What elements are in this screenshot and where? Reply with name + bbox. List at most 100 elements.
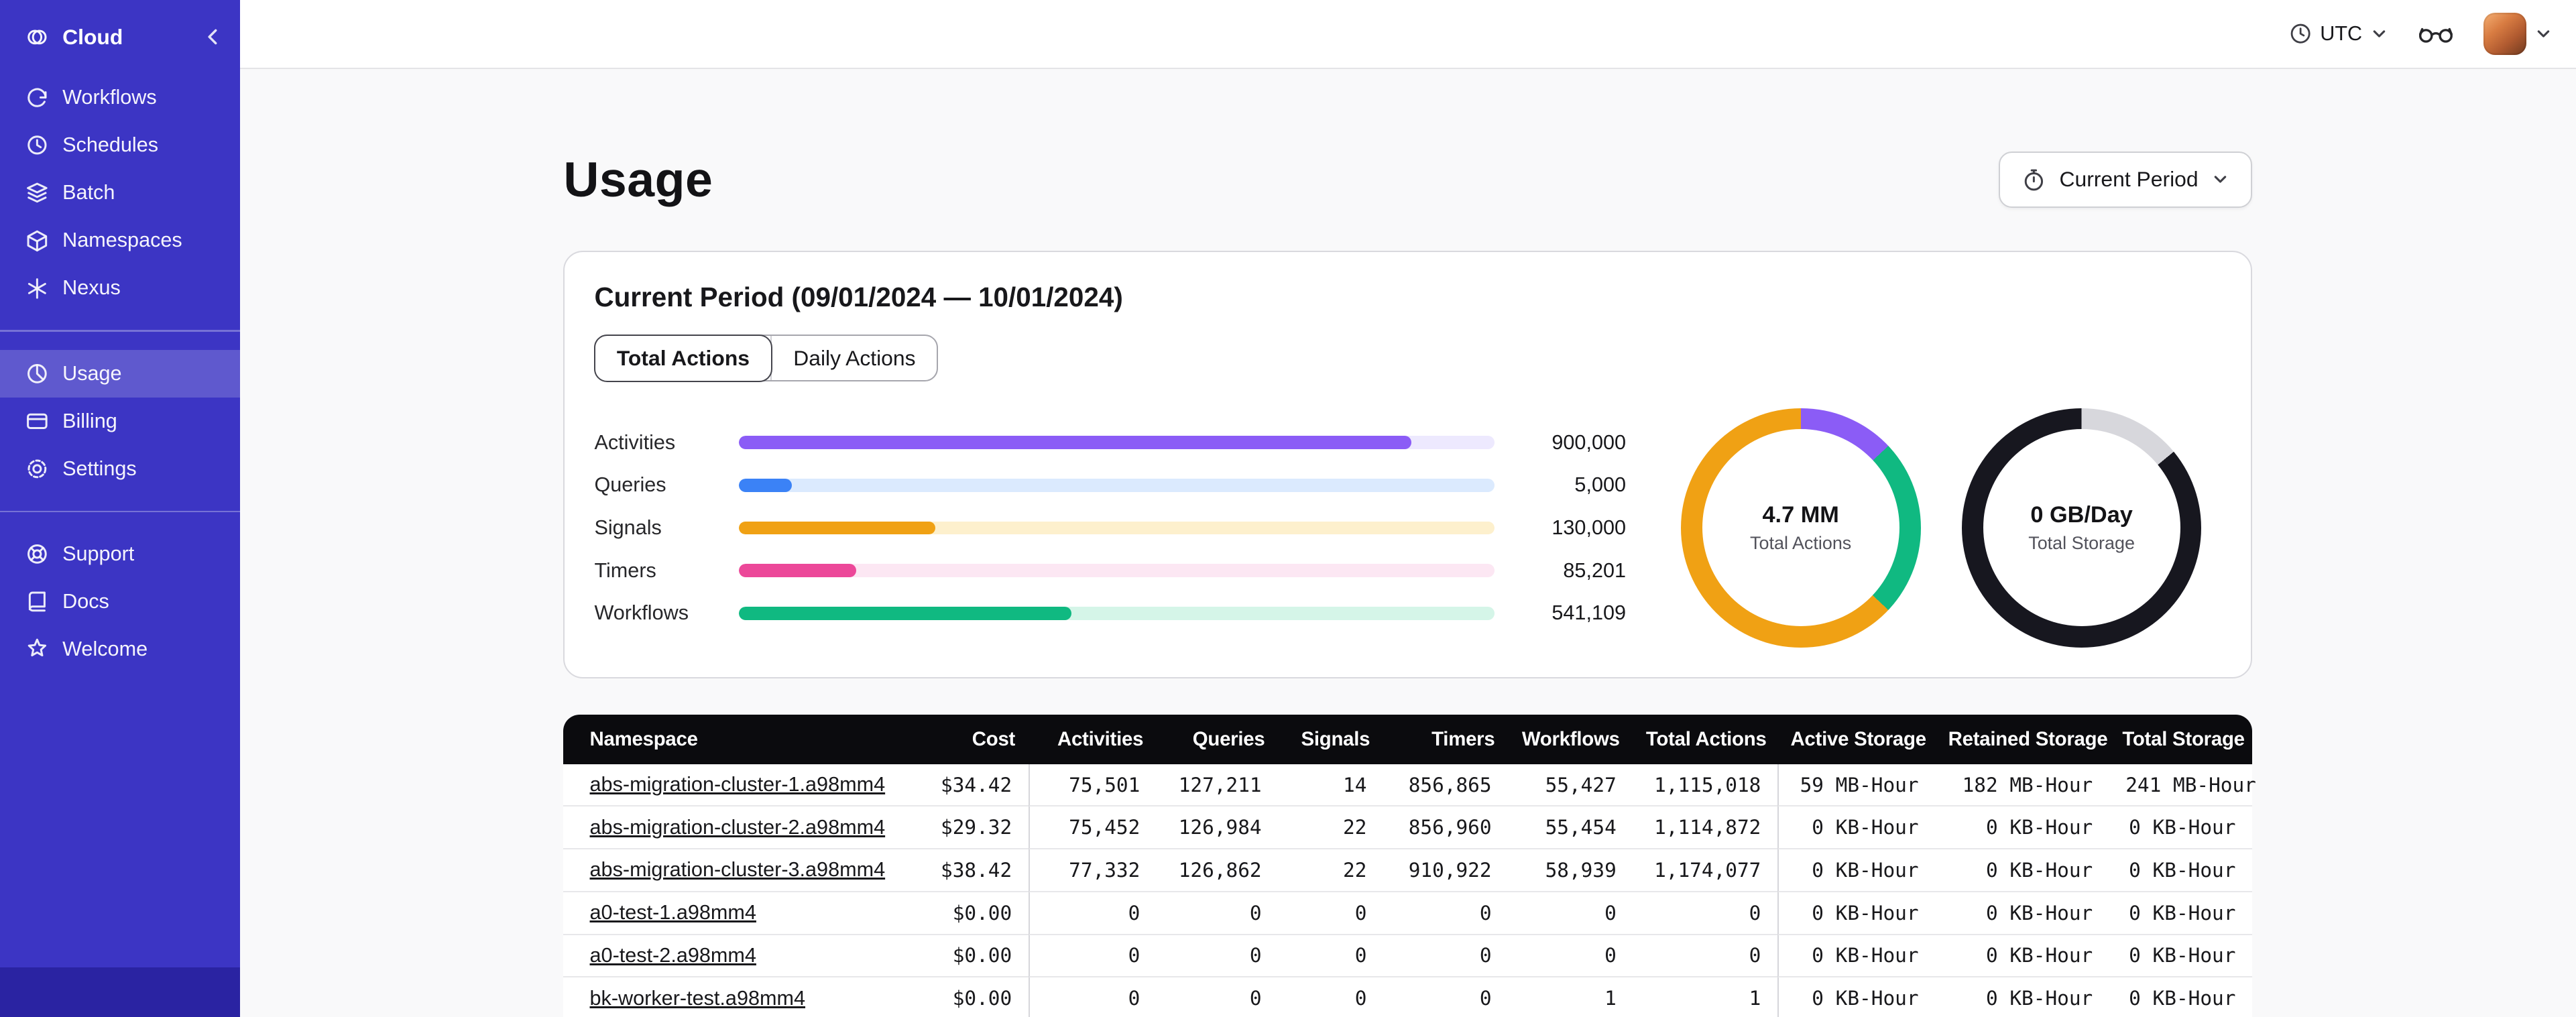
sidebar-item-settings[interactable]: Settings <box>0 445 240 493</box>
page-head: Usage Current Period <box>563 151 2252 208</box>
bar-value-label: 900,000 <box>1552 430 1627 454</box>
namespace-link[interactable]: a0-test-2.a98mm4 <box>590 944 756 967</box>
tab-daily-actions[interactable]: Daily Actions <box>770 336 937 381</box>
sidebar-item-nexus[interactable]: Nexus <box>0 264 240 312</box>
value-cell: 0 KB-Hour <box>1777 935 1936 978</box>
value-cell: 182 MB-Hour <box>1935 764 2109 807</box>
brand-row[interactable]: Cloud <box>0 0 240 74</box>
content: Usage Current Period Current Period (09/… <box>563 69 2256 1017</box>
value-cell: 0 <box>1156 935 1279 978</box>
layers-icon <box>26 183 48 203</box>
charts-row: Activities 900,000 Queries 5,000 Signals 130,… <box>594 408 2221 648</box>
value-cell: 0 <box>1383 935 1509 978</box>
namespace-cell: abs-migration-cluster-3.a98mm4 <box>563 849 917 892</box>
value-cell: 0 <box>1156 892 1279 935</box>
value-cell: 126,984 <box>1156 806 1279 850</box>
value-cell: $34.42 <box>917 764 1029 807</box>
namespace-link[interactable]: abs-migration-cluster-2.a98mm4 <box>590 816 886 839</box>
value-cell: 0 KB-Hour <box>2109 806 2252 850</box>
chevron-down-icon <box>2214 176 2227 184</box>
page-title: Usage <box>563 152 713 208</box>
brand-label: Cloud <box>62 24 123 49</box>
donut-label: Total Actions <box>1750 533 1852 554</box>
value-cell: 241 MB-Hour <box>2109 764 2256 807</box>
sidebar-divider <box>0 330 240 332</box>
value-cell: 59 MB-Hour <box>1777 764 1936 807</box>
sidebar-footer <box>0 967 240 1017</box>
table-row: bk-worker-test.a98mm4 $0.00 0 0 0 0 1 1 0 KB-Hou… <box>563 977 2252 1017</box>
account-menu[interactable] <box>2483 12 2553 56</box>
bar-fill <box>739 436 1412 449</box>
namespace-link[interactable]: abs-migration-cluster-1.a98mm4 <box>590 773 886 796</box>
sidebar-item-billing[interactable]: Billing <box>0 398 240 445</box>
tab-total-actions[interactable]: Total Actions <box>594 334 772 382</box>
workflows-icon <box>27 88 47 108</box>
chevron-left-icon <box>208 29 217 45</box>
namespace-cell: a0-test-1.a98mm4 <box>563 892 917 935</box>
namespace-link[interactable]: bk-worker-test.a98mm4 <box>590 987 806 1010</box>
actions-tab-group: Total Actions Daily Actions <box>594 334 939 382</box>
bar-fill <box>739 521 936 535</box>
sidebar-item-docs[interactable]: Docs <box>0 578 240 625</box>
usage-table-head-row: Namespace Cost Activities Queries Signals Tim… <box>563 715 2252 764</box>
sidebar-item-support[interactable]: Support <box>0 530 240 578</box>
clock-icon <box>27 135 47 155</box>
column-header: Total Storage <box>2109 715 2252 764</box>
value-cell: 0 KB-Hour <box>1935 977 2109 1017</box>
bar-row: Signals 130,000 <box>594 507 1626 550</box>
sidebar-item-usage[interactable]: Usage <box>0 349 240 398</box>
timezone-label: UTC <box>2320 21 2363 45</box>
card-title: Current Period (09/01/2024 — 10/01/2024) <box>594 282 1123 313</box>
table-row: a0-test-2.a98mm4 $0.00 0 0 0 0 0 0 0 KB-Hour 0 KB… <box>563 935 2252 978</box>
sidebar-item-batch[interactable]: Batch <box>0 169 240 217</box>
value-cell: 0 KB-Hour <box>1777 806 1936 850</box>
bar-category-label: Timers <box>594 558 656 582</box>
glasses-icon[interactable] <box>2418 23 2454 45</box>
timezone-selector[interactable]: UTC <box>2289 22 2389 46</box>
sidebar-item-namespaces[interactable]: Namespaces <box>0 217 240 264</box>
value-cell: 0 <box>1383 892 1509 935</box>
sidebar-item-schedules[interactable]: Schedules <box>0 121 240 169</box>
main-area: UTC Usage Current Period Current Period … <box>239 0 2576 1017</box>
value-cell: 0 <box>1278 977 1383 1017</box>
book-icon <box>28 591 46 612</box>
column-header: Signals <box>1278 715 1383 764</box>
value-cell: 0 <box>1633 892 1777 935</box>
value-cell: 0 KB-Hour <box>2109 977 2252 1017</box>
column-header: Workflows <box>1508 715 1633 764</box>
period-selector-button[interactable]: Current Period <box>1999 152 2252 208</box>
value-cell: 1,115,018 <box>1633 764 1777 807</box>
sidebar-item-welcome[interactable]: Welcome <box>0 625 240 673</box>
donut-center: 0 GB/Day Total Storage <box>1962 408 2202 648</box>
value-cell: 126,862 <box>1156 849 1279 892</box>
bar-category-label: Queries <box>594 473 666 497</box>
sidebar-item-workflows[interactable]: Workflows <box>0 74 240 121</box>
value-cell: 127,211 <box>1156 764 1279 807</box>
value-cell: 0 KB-Hour <box>1935 935 2109 978</box>
period-selector-label: Current Period <box>2059 167 2199 192</box>
donut-value: 4.7 MM <box>1762 501 1839 528</box>
donut-center: 4.7 MM Total Actions <box>1681 408 1921 648</box>
value-cell: 1,114,872 <box>1633 806 1777 850</box>
bar-value-label: 541,109 <box>1552 601 1627 625</box>
wave-hand-icon <box>27 639 46 657</box>
column-header: Queries <box>1156 715 1279 764</box>
value-cell: 75,452 <box>1028 806 1157 850</box>
bar-row: Workflows 541,109 <box>594 592 1626 635</box>
value-cell: 55,454 <box>1508 806 1633 850</box>
donut-charts: 4.7 MM Total Actions 0 GB/Day Total Stor… <box>1680 408 2202 648</box>
namespace-link[interactable]: a0-test-1.a98mm4 <box>590 901 756 924</box>
gear-icon <box>27 459 47 479</box>
total-storage-donut: 0 GB/Day Total Storage <box>1961 408 2202 648</box>
sidebar-collapse-button[interactable] <box>202 26 223 48</box>
column-header: Timers <box>1383 715 1509 764</box>
column-header: Activities <box>1028 715 1157 764</box>
column-header: Cost <box>917 715 1029 764</box>
stopwatch-icon <box>2024 169 2044 190</box>
bar-track <box>739 521 1495 535</box>
chevron-down-icon <box>2538 30 2550 38</box>
gauge-icon <box>27 363 47 383</box>
value-cell: 0 KB-Hour <box>2109 892 2252 935</box>
bar-row: Timers 85,201 <box>594 549 1626 592</box>
namespace-link[interactable]: abs-migration-cluster-3.a98mm4 <box>590 858 886 881</box>
